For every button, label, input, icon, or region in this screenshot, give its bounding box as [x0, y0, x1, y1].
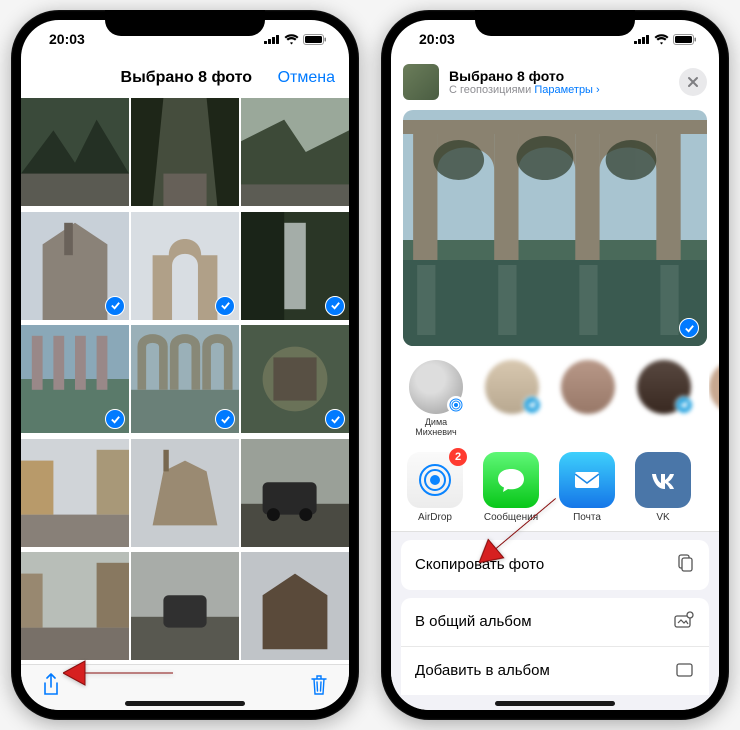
cellular-icon — [634, 34, 650, 44]
check-icon — [105, 296, 125, 316]
photo-cell[interactable] — [21, 98, 129, 206]
photo-cell[interactable] — [241, 325, 349, 433]
action-copy-photo[interactable]: Скопировать фото — [401, 540, 709, 590]
add-album-icon — [675, 660, 695, 682]
share-title: Выбрано 8 фото — [449, 68, 669, 84]
photo-cell[interactable] — [131, 212, 239, 320]
photo-cell[interactable] — [131, 325, 239, 433]
screen-share-sheet: 20:03 Выбрано 8 фото С геопозициями Пара… — [391, 20, 719, 710]
check-icon — [679, 318, 699, 338]
contact-item[interactable] — [709, 360, 719, 438]
share-actions-list: Скопировать фото В общий альбом Добавить… — [391, 531, 719, 710]
mail-icon — [559, 452, 615, 508]
photo-cell[interactable] — [131, 439, 239, 547]
photo-cell[interactable] — [241, 439, 349, 547]
telegram-badge-icon — [675, 396, 693, 414]
battery-icon — [303, 34, 327, 45]
airdrop-icon: 2 — [407, 452, 463, 508]
tutorial-arrow-left — [63, 653, 173, 698]
action-add-to-album[interactable]: Добавить в альбом — [401, 647, 709, 695]
share-thumbnail — [403, 64, 439, 100]
battery-icon — [673, 34, 697, 45]
share-subtitle: С геопозициями Параметры › — [449, 84, 669, 96]
photo-cell[interactable] — [21, 439, 129, 547]
cancel-button[interactable]: Отмена — [278, 69, 335, 87]
check-icon — [215, 296, 235, 316]
wifi-icon — [654, 34, 669, 45]
photo-grid[interactable] — [21, 98, 349, 664]
app-airdrop[interactable]: 2 AirDrop — [405, 452, 465, 523]
notification-badge: 2 — [449, 448, 467, 466]
action-shared-album[interactable]: В общий альбом — [401, 598, 709, 647]
contact-name: Дима Михневич — [405, 417, 467, 438]
airdrop-badge-icon — [447, 396, 465, 414]
vk-icon — [635, 452, 691, 508]
contact-item[interactable] — [633, 360, 695, 438]
wifi-icon — [284, 34, 299, 45]
share-titles: Выбрано 8 фото С геопозициями Параметры … — [449, 68, 669, 96]
photo-preview[interactable] — [403, 110, 707, 346]
share-subtitle-text: С геопозициями — [449, 84, 531, 96]
photo-cell[interactable] — [21, 552, 129, 660]
status-indicators — [264, 34, 327, 45]
nav-title: Выбрано 8 фото — [95, 69, 278, 87]
cellular-icon — [264, 34, 280, 44]
status-time: 20:03 — [419, 31, 455, 47]
photo-cell[interactable] — [21, 325, 129, 433]
share-header: Выбрано 8 фото С геопозициями Параметры … — [391, 58, 719, 106]
copy-icon — [675, 553, 695, 577]
avatar — [709, 360, 719, 414]
home-indicator[interactable] — [125, 701, 245, 706]
airdrop-contacts-row[interactable]: Дима Михневич — [391, 350, 719, 444]
status-time: 20:03 — [49, 31, 85, 47]
notch — [105, 10, 265, 36]
notch — [475, 10, 635, 36]
photo-cell[interactable] — [241, 212, 349, 320]
status-indicators — [634, 34, 697, 45]
avatar — [409, 360, 463, 414]
options-link[interactable]: Параметры › — [534, 84, 599, 96]
home-indicator[interactable] — [495, 701, 615, 706]
action-label: В общий альбом — [415, 613, 532, 630]
nav-bar: Выбрано 8 фото Отмена — [21, 58, 349, 98]
check-icon — [325, 296, 345, 316]
trash-button[interactable] — [309, 674, 329, 701]
photo-cell[interactable] — [131, 98, 239, 206]
app-label: VK — [633, 512, 693, 523]
phone-right: 20:03 Выбрано 8 фото С геопозициями Пара… — [381, 10, 729, 720]
phone-left: 20:03 Выбрано 8 фото Отмена — [11, 10, 359, 720]
app-label: AirDrop — [405, 512, 465, 523]
photo-cell[interactable] — [131, 552, 239, 660]
photo-cell[interactable] — [241, 98, 349, 206]
avatar — [485, 360, 539, 414]
shared-album-icon — [673, 611, 695, 633]
avatar — [637, 360, 691, 414]
contact-item[interactable] — [557, 360, 619, 438]
avatar — [561, 360, 615, 414]
close-button[interactable] — [679, 68, 707, 96]
app-vk[interactable]: VK — [633, 452, 693, 523]
photo-cell[interactable] — [241, 552, 349, 660]
photo-cell[interactable] — [21, 212, 129, 320]
contact-item[interactable] — [481, 360, 543, 438]
action-label: Добавить в альбом — [415, 662, 550, 679]
screen-photos: 20:03 Выбрано 8 фото Отмена — [21, 20, 349, 710]
contact-item[interactable]: Дима Михневич — [405, 360, 467, 438]
share-button[interactable] — [41, 673, 61, 702]
telegram-badge-icon — [523, 396, 541, 414]
